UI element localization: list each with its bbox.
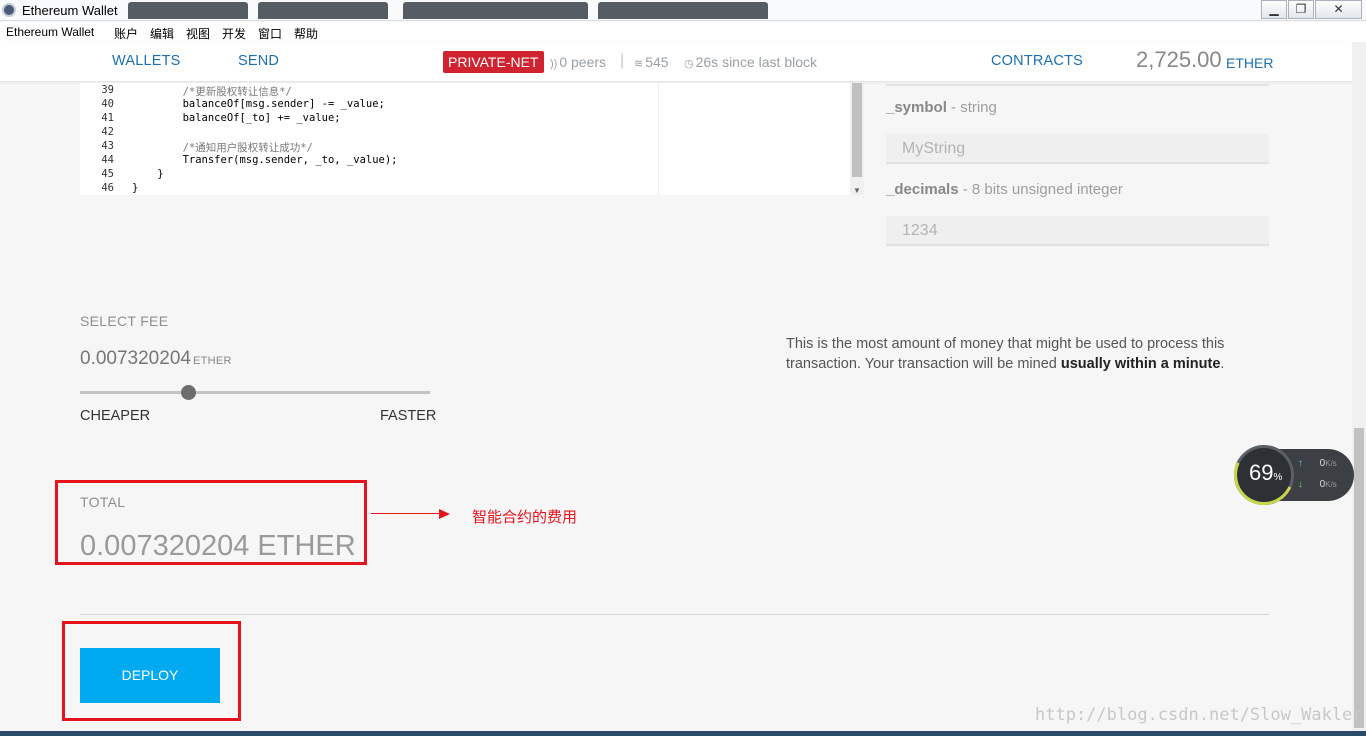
status-separator: | bbox=[620, 52, 625, 69]
menu-app[interactable]: Ethereum Wallet bbox=[6, 25, 94, 39]
code-line: balanceOf[_to] += _value; bbox=[132, 112, 341, 124]
menu-edit[interactable]: 编辑 bbox=[150, 25, 174, 42]
total-balance: 2,725.00 bbox=[1136, 47, 1222, 72]
menu-bar: Ethereum Wallet 账户 编辑 视图 开发 窗口 帮助 bbox=[0, 22, 1366, 42]
ethereum-app-icon bbox=[2, 3, 16, 17]
editor-scroll-thumb[interactable] bbox=[852, 83, 862, 177]
network-speed-widget[interactable]: 69% ↑ 0K/s ↓ 0K/s bbox=[1225, 436, 1354, 514]
fee-slider[interactable] bbox=[80, 391, 430, 394]
menu-view[interactable]: 视图 bbox=[186, 25, 210, 42]
symbol-field-label: _symbol - string bbox=[886, 99, 997, 116]
peers-count: 0 peers bbox=[559, 54, 607, 70]
deploy-button[interactable]: DEPLOY bbox=[80, 648, 220, 703]
fee-slider-handle[interactable] bbox=[181, 385, 196, 400]
slider-faster-label: FASTER bbox=[380, 408, 437, 424]
balance-unit: ETHER bbox=[1226, 55, 1274, 71]
last-block-time: 26s since last block bbox=[695, 54, 818, 70]
upload-unit: K/s bbox=[1325, 459, 1337, 468]
decimals-field-label: _decimals - 8 bits unsigned integer bbox=[886, 181, 1123, 198]
download-rate: ↓ 0K/s bbox=[1298, 479, 1348, 490]
line-number: 39 bbox=[101, 84, 114, 96]
watermark: http://blog.csdn.net/Slow_Wakler bbox=[1035, 705, 1363, 725]
cpu-percent-value: 69 bbox=[1249, 460, 1274, 485]
menu-help[interactable]: 帮助 bbox=[294, 25, 318, 42]
close-button[interactable]: ✕ bbox=[1315, 0, 1362, 19]
signal-icon: )) bbox=[550, 58, 558, 70]
select-fee-label: SELECT FEE bbox=[80, 313, 169, 329]
decimals-param-type: - 8 bits unsigned integer bbox=[958, 181, 1123, 198]
solidity-code-editor[interactable]: 39 /*更新股权转让信息*/ 40 balanceOf[msg.sender] … bbox=[80, 83, 850, 195]
cpu-percent: 69% bbox=[1249, 460, 1282, 486]
code-line: /*通知用户股权转让成功*/ bbox=[132, 142, 313, 154]
line-number: 45 bbox=[101, 168, 114, 180]
fee-explanation: This is the most amount of money that mi… bbox=[786, 334, 1256, 374]
symbol-input[interactable]: MyString bbox=[886, 134, 1269, 164]
window-title: Ethereum Wallet bbox=[22, 3, 118, 18]
peers-status: )) 0 peers bbox=[550, 54, 606, 70]
upload-rate: ↑ 0K/s bbox=[1298, 458, 1348, 469]
restore-button[interactable]: ❐ bbox=[1288, 0, 1314, 19]
line-number: 46 bbox=[101, 182, 114, 194]
nav-send[interactable]: SEND bbox=[238, 53, 279, 69]
code-line: balanceOf[msg.sender] -= _value; bbox=[132, 98, 385, 110]
window-titlebar: Ethereum Wallet ▁ ❐ ✕ bbox=[0, 0, 1366, 21]
nav-contracts[interactable]: CONTRACTS bbox=[991, 53, 1083, 69]
symbol-param-name: _symbol bbox=[886, 99, 947, 116]
decimals-param-name: _decimals bbox=[886, 181, 959, 198]
line-number: 42 bbox=[101, 126, 114, 138]
percent-sign: % bbox=[1273, 472, 1283, 483]
background-tab[interactable] bbox=[258, 2, 388, 19]
line-number: 43 bbox=[101, 140, 114, 152]
fee-note-emphasis: usually within a minute bbox=[1060, 356, 1221, 372]
menu-window[interactable]: 窗口 bbox=[258, 25, 282, 42]
background-tab[interactable] bbox=[598, 2, 768, 19]
annotation-arrow bbox=[371, 513, 441, 514]
code-line: Transfer(msg.sender, _to, _value); bbox=[132, 154, 398, 166]
field-underline bbox=[886, 84, 1269, 86]
editor-scrollbar[interactable]: ▼ bbox=[850, 83, 864, 195]
cpu-gauge: 69% bbox=[1225, 436, 1303, 514]
block-number: 545 bbox=[645, 54, 669, 70]
wallet-header: WALLETS SEND PRIVATE-NET )) 0 peers | ≋ 54… bbox=[0, 42, 1352, 82]
block-status: ≋ 545 bbox=[634, 54, 669, 70]
decimals-input[interactable]: 1234 bbox=[886, 216, 1269, 246]
background-tab[interactable] bbox=[403, 2, 588, 19]
line-number: 40 bbox=[101, 98, 114, 110]
slider-cheaper-label: CHEAPER bbox=[80, 408, 151, 424]
download-unit: K/s bbox=[1325, 480, 1337, 489]
line-number: 44 bbox=[101, 154, 114, 166]
scroll-down-icon[interactable]: ▼ bbox=[853, 186, 861, 195]
fee-note-end: . bbox=[1220, 356, 1225, 372]
blurred-tab-strip bbox=[128, 0, 1248, 21]
symbol-param-type: - string bbox=[946, 99, 997, 116]
background-tab[interactable] bbox=[128, 2, 248, 19]
minimize-button[interactable]: ▁ bbox=[1261, 0, 1287, 19]
download-arrow-icon: ↓ bbox=[1298, 479, 1303, 490]
os-taskbar bbox=[0, 731, 1366, 736]
menu-develop[interactable]: 开发 bbox=[222, 25, 246, 42]
layers-icon: ≋ bbox=[634, 58, 644, 70]
page-scroll-thumb[interactable] bbox=[1354, 428, 1364, 728]
annotation-box-total bbox=[55, 480, 367, 565]
nav-wallets[interactable]: WALLETS bbox=[112, 53, 181, 69]
last-block-status: ◷ 26s since last block bbox=[684, 54, 817, 70]
code-line: } bbox=[132, 168, 164, 180]
annotation-arrow-head bbox=[439, 509, 450, 519]
page-scrollbar[interactable] bbox=[1352, 42, 1366, 732]
upload-arrow-icon: ↑ bbox=[1298, 458, 1303, 469]
fee-unit: ETHER bbox=[193, 355, 232, 367]
print-margin bbox=[658, 83, 659, 195]
code-line: } bbox=[132, 182, 139, 194]
line-number: 41 bbox=[101, 112, 114, 124]
code-line: /*更新股权转让信息*/ bbox=[132, 86, 292, 98]
section-divider bbox=[80, 614, 1269, 615]
menu-accounts[interactable]: 账户 bbox=[114, 25, 138, 42]
clock-icon: ◷ bbox=[684, 58, 694, 70]
fee-value: 0.007320204 bbox=[80, 348, 191, 369]
network-badge: PRIVATE-NET bbox=[443, 51, 544, 73]
annotation-text: 智能合约的费用 bbox=[472, 509, 578, 526]
